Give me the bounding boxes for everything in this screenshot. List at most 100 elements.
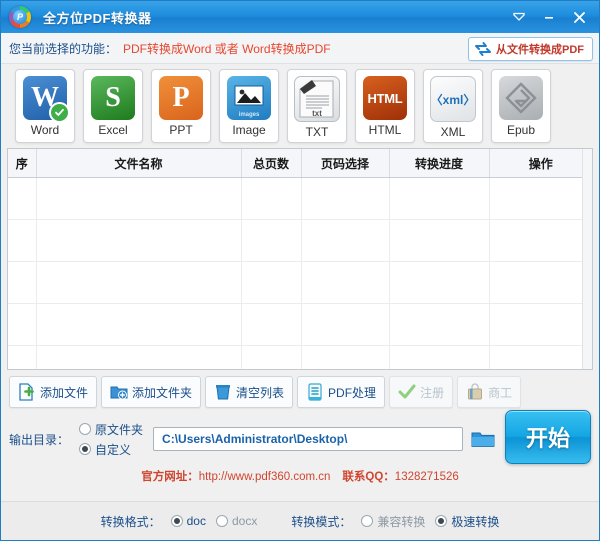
function-label: 您当前选择的功能： (9, 41, 118, 56)
pdf-tools-button[interactable]: PDF处理 (297, 376, 386, 408)
image-badge-label: images (238, 112, 260, 118)
format-option-doc[interactable]: doc (170, 514, 206, 528)
mode-option-compat[interactable]: 兼容转换 (361, 513, 425, 530)
output-option-original-label: 原文件夹 (95, 422, 144, 437)
format-button-excel[interactable]: S Excel (83, 69, 143, 143)
ppt-glyph: P (172, 82, 190, 113)
image-icon: images (227, 76, 271, 120)
mode-option-fast-label: 极速转换 (451, 514, 500, 529)
output-option-original[interactable]: 原文件夹 (79, 421, 143, 438)
column-header-filename[interactable]: 文件名称 (36, 149, 242, 178)
html-icon: HTML (363, 76, 407, 120)
column-header-progress[interactable]: 转换进度 (389, 149, 490, 178)
output-directory-label: 输出目录： (9, 432, 70, 447)
browse-folder-button[interactable] (469, 427, 497, 451)
window-title: 全方位PDF转换器 (43, 10, 152, 26)
excel-glyph: S (105, 82, 121, 113)
register-button[interactable]: 注册 (389, 376, 454, 408)
radio-dot (170, 515, 183, 527)
column-header-action[interactable]: 操作 (489, 149, 592, 178)
radio-dot (435, 515, 448, 527)
action-button-row: 添加文件 添加文件夹 清空列表 PDF处理 注册 商工 (1, 370, 599, 408)
format-label-word: Word (30, 123, 60, 137)
site-value[interactable]: http://www.pdf360.com.cn (199, 471, 331, 483)
html-glyph: HTML (367, 90, 403, 106)
clear-list-label: 清空列表 (236, 385, 285, 400)
add-file-button[interactable]: 添加文件 (9, 376, 98, 408)
output-directory-options: 原文件夹 自定义 (79, 421, 143, 458)
word-icon: W (23, 76, 70, 123)
chevron-down-icon (513, 12, 525, 21)
format-button-xml[interactable]: 〈xml〉 XML (423, 69, 483, 143)
output-directory-row: 输出目录： 原文件夹 自定义 开始 (1, 408, 599, 464)
output-option-custom-label: 自定义 (95, 442, 132, 457)
output-path-field[interactable] (153, 427, 464, 451)
xml-glyph: 〈xml〉 (430, 92, 476, 107)
table-row[interactable] (8, 177, 592, 220)
application-window: P 全方位PDF转换器 您当前选择的功能： PDF转换成Word 或者 Word… (0, 0, 600, 541)
contact-info: 官方网址：http://www.pdf360.com.cn 联系QQ：132827… (1, 462, 599, 484)
format-option-docx-label: docx (231, 514, 258, 528)
conversion-settings-bar: 转换格式： doc docx 转换模式： 兼容转换 极速转换 (1, 501, 599, 540)
app-logo-icon: P (9, 6, 31, 28)
format-label-ppt: PPT (169, 123, 193, 137)
convert-from-file-label: 从文件转换成PDF (496, 44, 584, 56)
column-header-index[interactable]: 序 (8, 149, 37, 178)
format-button-html[interactable]: HTML HTML (355, 69, 415, 143)
format-label-epub: Epub (506, 123, 536, 137)
epub-icon (499, 76, 543, 120)
format-option-docx[interactable]: docx (215, 514, 258, 528)
minimize-to-tray-button[interactable] (505, 5, 533, 29)
format-button-word[interactable]: W Word (15, 69, 75, 143)
check-icon (398, 384, 416, 399)
table-row[interactable] (8, 345, 592, 369)
xml-icon: 〈xml〉 (430, 76, 476, 122)
clear-list-button[interactable]: 清空列表 (205, 376, 294, 408)
qq-value: 1328271526 (394, 471, 459, 483)
format-button-image[interactable]: images Image (219, 69, 279, 143)
format-button-ppt[interactable]: P PPT (151, 69, 211, 143)
add-folder-button[interactable]: 添加文件夹 (101, 376, 202, 408)
folder-icon (471, 432, 495, 447)
column-header-pages[interactable]: 总页数 (241, 149, 302, 178)
trash-icon (216, 385, 231, 400)
table-body[interactable] (8, 177, 592, 369)
minimize-button[interactable] (535, 5, 563, 29)
table-row[interactable] (8, 219, 592, 262)
radio-dot (79, 443, 92, 455)
close-button[interactable] (565, 5, 593, 29)
table-row[interactable] (8, 303, 592, 346)
radio-dot (215, 515, 228, 527)
format-button-epub[interactable]: Epub (491, 69, 551, 143)
convert-format-label: 转换格式： (100, 514, 161, 529)
radio-dot (361, 515, 374, 527)
business-label: 商工 (488, 385, 513, 400)
column-header-pagerange[interactable]: 页码选择 (301, 149, 390, 178)
minimize-icon (545, 17, 553, 19)
function-bar: 您当前选择的功能： PDF转换成Word 或者 Word转换成PDF 从文件转换… (1, 33, 599, 64)
start-button-label: 开始 (525, 426, 570, 451)
table-header-row: 序 文件名称 总页数 页码选择 转换进度 操作 (8, 149, 592, 178)
format-label-xml: XML (440, 125, 466, 139)
convert-mode-label: 转换模式： (291, 514, 352, 529)
mode-option-fast[interactable]: 极速转换 (435, 513, 499, 530)
table-scrollbar[interactable] (582, 149, 592, 369)
add-folder-label: 添加文件夹 (132, 385, 193, 400)
start-button[interactable]: 开始 (505, 410, 591, 464)
txt-badge-label: txt (312, 109, 322, 118)
excel-icon: S (91, 76, 135, 120)
format-option-doc-label: doc (186, 514, 206, 528)
add-folder-icon (110, 386, 128, 400)
format-button-txt[interactable]: txt TXT (287, 69, 347, 143)
picture-glyph-icon (234, 85, 264, 106)
pdf-tools-icon (308, 383, 322, 401)
business-button[interactable]: 商工 (457, 376, 522, 408)
output-option-custom[interactable]: 自定义 (79, 441, 143, 458)
convert-from-file-button[interactable]: 从文件转换成PDF (468, 37, 593, 61)
qq-label: 联系QQ： (342, 471, 395, 483)
output-path-input[interactable] (160, 431, 457, 447)
table-row[interactable] (8, 261, 592, 304)
radio-dot (79, 423, 92, 435)
bag-icon (468, 383, 483, 400)
app-logo-letter: P (16, 12, 23, 22)
